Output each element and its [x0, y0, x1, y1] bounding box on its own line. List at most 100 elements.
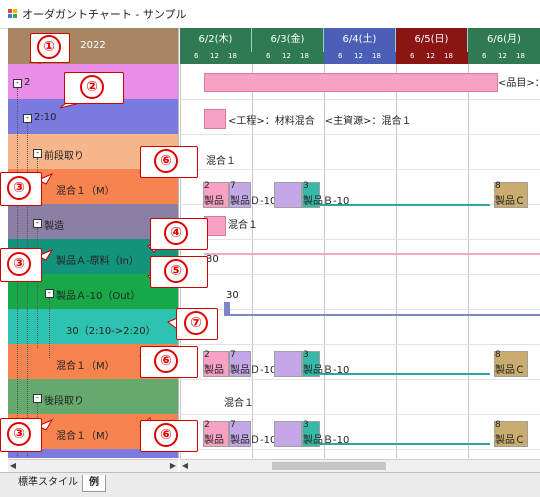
- op-name: 製品Ｃ: [495, 435, 525, 446]
- collapse-icon[interactable]: -: [23, 114, 32, 123]
- op-name: 製品: [204, 196, 224, 207]
- collapse-icon[interactable]: -: [33, 219, 42, 228]
- op-tag: 7: [230, 420, 236, 430]
- tree-row-operation[interactable]: - 2:10: [8, 99, 178, 134]
- row-gridline: [180, 274, 540, 275]
- row-gridline: [180, 169, 540, 170]
- collapse-icon[interactable]: -: [45, 289, 54, 298]
- collapse-icon[interactable]: -: [33, 149, 42, 158]
- callout-number: ⑤: [164, 259, 188, 283]
- window-title: オーダガントチャート - サンプル: [22, 8, 187, 21]
- tick-label: 12: [426, 52, 435, 60]
- tick-label: 6: [194, 52, 199, 60]
- row-label: 後段取り: [44, 396, 84, 407]
- stock-line: [230, 314, 540, 316]
- op-tag: 2: [204, 181, 210, 191]
- row-label: 混合１（M）: [56, 361, 115, 372]
- operation-bar[interactable]: [274, 182, 302, 208]
- tick-label: 12: [354, 52, 363, 60]
- row-label: 混合１（M）: [56, 186, 115, 197]
- op-tag: 2: [204, 350, 210, 360]
- row-gridline: [180, 239, 540, 240]
- op-name: 製品Ｄ-10: [230, 196, 277, 207]
- tick-label: 6: [266, 52, 271, 60]
- gantt-hscrollbar[interactable]: ◀: [180, 459, 540, 472]
- order-bar-label: <品目>：: [498, 78, 540, 89]
- sheet-tab-bar: 標準スタイル 例: [0, 472, 540, 497]
- callout-number: ③: [7, 422, 31, 446]
- row-label: 製品Ａ-原料（In）: [56, 256, 139, 267]
- tick-label: 12: [498, 52, 507, 60]
- op-name: 製品Ｄ-10: [230, 365, 277, 376]
- op-tag: 8: [495, 420, 501, 430]
- operation-label: <工程>：材料混合 <主資源>：混合１: [228, 116, 412, 127]
- pre-setup-label: 混合１: [206, 156, 236, 167]
- day-header: 6/6(月): [468, 28, 540, 52]
- tick-label: 18: [516, 52, 525, 60]
- scroll-left-icon[interactable]: ◀: [8, 460, 18, 472]
- operation-bar[interactable]: [274, 351, 302, 377]
- op-tag: 3: [303, 420, 309, 430]
- op-name: 製品Ｄ-10: [230, 435, 277, 446]
- callout-number: ⑥: [154, 349, 178, 373]
- op-tag: 8: [495, 350, 501, 360]
- op-name: 製品Ｃ: [495, 365, 525, 376]
- app-icon: [8, 9, 18, 19]
- op-tag: 3: [303, 181, 309, 191]
- tick-label: 12: [210, 52, 219, 60]
- row-gridline: [180, 414, 540, 415]
- op-tag: 3: [303, 350, 309, 360]
- row-gridline: [180, 344, 540, 345]
- tick-label: 18: [444, 52, 453, 60]
- row-label: 前段取り: [44, 151, 84, 162]
- day-header: 6/2(木): [180, 28, 252, 52]
- tree-hscrollbar[interactable]: ◀ ▶: [8, 459, 178, 472]
- day-header: 6/4(土): [324, 28, 396, 52]
- operation-swatch: [204, 109, 226, 129]
- day-header: 6/3(金): [252, 28, 324, 52]
- callout-number: ②: [80, 75, 104, 99]
- row-label: 2:10: [34, 112, 57, 123]
- tick-label: 18: [372, 52, 381, 60]
- setup-line: [320, 204, 490, 206]
- tab-standard-style[interactable]: 標準スタイル: [12, 475, 84, 491]
- link-line: [204, 253, 540, 255]
- scroll-left-icon[interactable]: ◀: [180, 460, 190, 472]
- tick-label: 6: [482, 52, 487, 60]
- collapse-icon[interactable]: -: [33, 394, 42, 403]
- op-name: 製品Ｃ: [495, 196, 525, 207]
- setup-line: [320, 443, 490, 445]
- tree-line: [49, 298, 51, 358]
- day-header: 6/5(日): [396, 28, 468, 52]
- operation-bar[interactable]: [274, 421, 302, 447]
- callout-number: ④: [164, 221, 188, 245]
- row-gridline: [180, 379, 540, 380]
- tick-label: 6: [338, 52, 343, 60]
- tree-row-post-setup[interactable]: - 後段取り: [8, 379, 178, 414]
- post-setup-label: 混合１: [224, 398, 254, 409]
- order-bar[interactable]: [204, 73, 498, 92]
- app-window: オーダガントチャート - サンプル 2022 - 2 - 2:10 - 前段取り…: [0, 0, 540, 497]
- gantt-panel[interactable]: 6/2(木) 6/3(金) 6/4(土) 6/5(日) 6/6(月) 6 12 …: [180, 28, 540, 458]
- callout-number: ①: [37, 35, 61, 59]
- row-label: 製造: [44, 221, 64, 232]
- row-gridline: [180, 449, 540, 450]
- callout-number: ③: [7, 252, 31, 276]
- row-label: 製品Ａ-10（Out）: [56, 291, 141, 302]
- callout-number: ③: [7, 176, 31, 200]
- tree-line: [37, 228, 39, 348]
- collapse-icon[interactable]: -: [13, 79, 22, 88]
- row-gridline: [180, 99, 540, 100]
- tree-row-quantity[interactable]: 30（2:10->2:20）: [8, 309, 178, 344]
- scroll-right-icon[interactable]: ▶: [168, 460, 178, 472]
- row-label: 2: [24, 77, 31, 88]
- tick-label: 18: [300, 52, 309, 60]
- row-gridline: [180, 134, 540, 135]
- op-tag: 7: [230, 350, 236, 360]
- tab-example[interactable]: 例: [82, 475, 106, 492]
- scroll-thumb[interactable]: [272, 462, 386, 470]
- callout-number: ⑦: [184, 311, 208, 335]
- row-gridline: [180, 309, 540, 310]
- op-tag: 8: [495, 181, 501, 191]
- day-gridline: [468, 64, 469, 458]
